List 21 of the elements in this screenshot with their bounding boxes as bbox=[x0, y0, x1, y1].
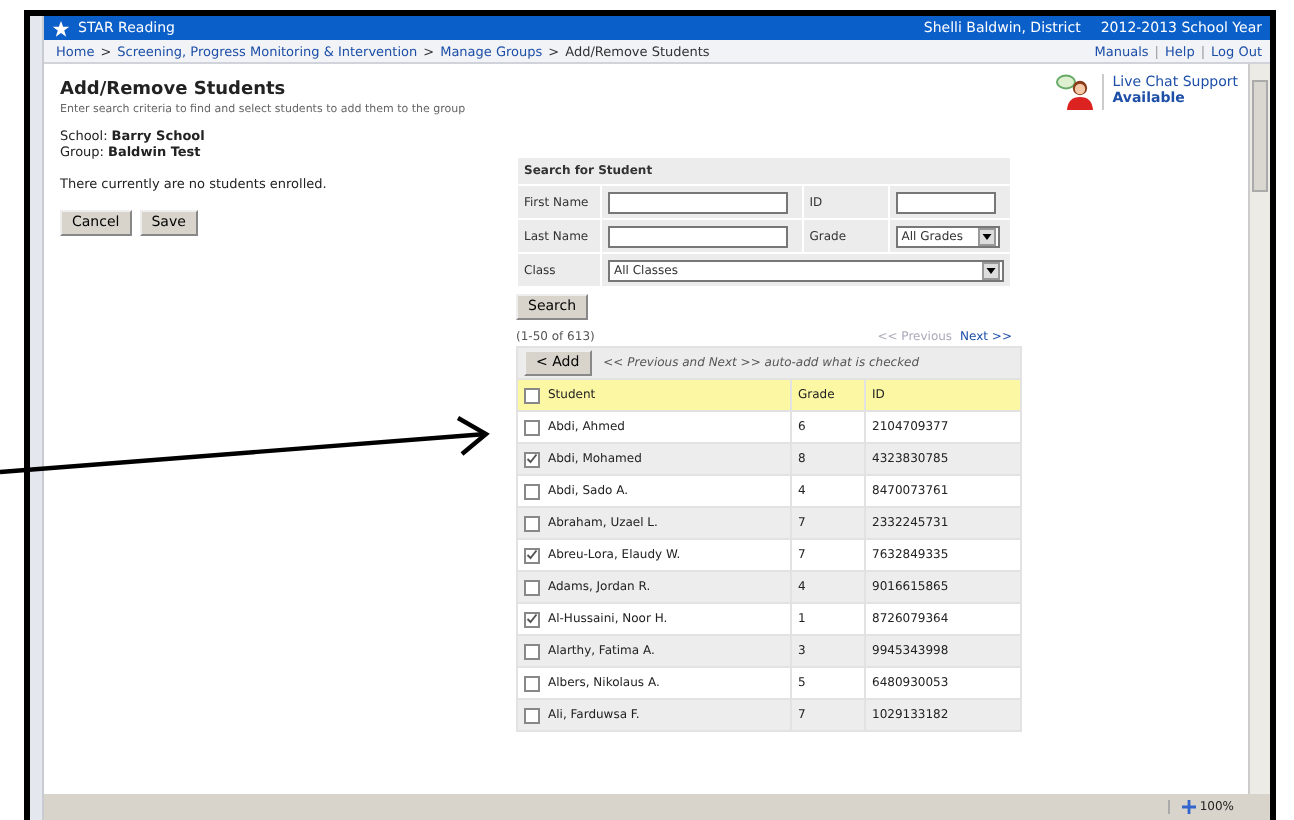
checkbox[interactable] bbox=[524, 707, 540, 723]
checkbox[interactable] bbox=[524, 643, 540, 659]
input-field[interactable] bbox=[895, 191, 996, 213]
star-icon bbox=[52, 19, 70, 37]
checkbox[interactable] bbox=[524, 419, 540, 435]
checkbox[interactable] bbox=[524, 515, 540, 531]
input-field[interactable] bbox=[608, 191, 788, 213]
scrollbar[interactable] bbox=[1248, 64, 1270, 794]
dropdown-caret-icon[interactable] bbox=[977, 227, 996, 245]
checkbox[interactable] bbox=[524, 611, 540, 627]
checkbox[interactable] bbox=[524, 387, 540, 403]
support-agent-icon bbox=[1056, 74, 1105, 110]
dropdown-caret-icon[interactable] bbox=[982, 261, 1000, 279]
checkbox[interactable] bbox=[524, 547, 540, 563]
input-field[interactable] bbox=[608, 225, 788, 247]
checkbox[interactable] bbox=[524, 675, 540, 691]
zoom-icon bbox=[1181, 800, 1196, 814]
page-title: Add/Remove Students bbox=[60, 80, 288, 100]
checkbox[interactable] bbox=[524, 451, 540, 467]
checkbox[interactable] bbox=[524, 579, 540, 595]
checkbox[interactable] bbox=[524, 483, 540, 499]
